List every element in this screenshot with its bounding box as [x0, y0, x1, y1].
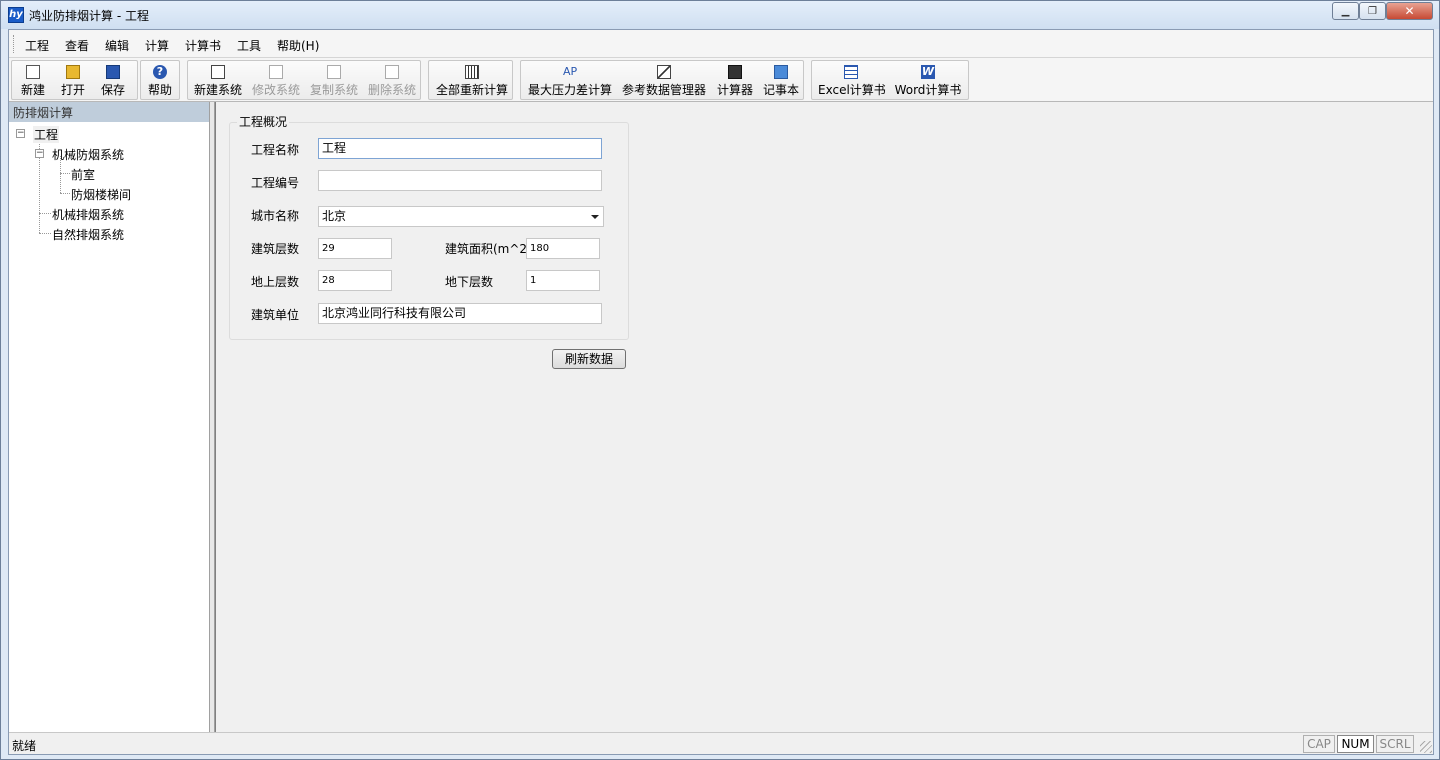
below-ground-floors-input[interactable]: 1: [526, 270, 600, 291]
refresh-data-button[interactable]: 刷新数据: [552, 349, 626, 369]
title-bar[interactable]: hy 鸿业防排烟计算 - 工程 ▁ ❐ ✕: [1, 1, 1439, 29]
city-name-label: 城市名称: [251, 209, 300, 223]
city-selected-value: 北京: [322, 209, 347, 223]
excel-calc-book-button[interactable]: Excel计算书: [818, 63, 886, 99]
ref-data-manager-button[interactable]: 参考数据管理器: [621, 63, 707, 99]
excel-icon: [844, 65, 858, 79]
window-controls: ▁ ❐ ✕: [1332, 2, 1433, 20]
num-lock-indicator: NUM: [1337, 735, 1374, 753]
chevron-down-icon: [591, 215, 599, 219]
max-pressure-button[interactable]: AP 最大压力差计算: [527, 63, 613, 99]
city-select[interactable]: 北京: [318, 206, 604, 227]
menu-help[interactable]: 帮助(H): [277, 37, 319, 54]
tree-line: [39, 233, 51, 234]
folder-open-icon: [66, 65, 80, 79]
menu-tools[interactable]: 工具: [237, 37, 261, 54]
building-area-label: 建筑面积(m^2): [445, 242, 532, 256]
tree-node-anteroom[interactable]: 前室: [71, 166, 95, 183]
new-file-icon: [26, 65, 40, 79]
maximize-button[interactable]: ❐: [1359, 2, 1386, 20]
project-number-input[interactable]: [318, 170, 602, 191]
toolbar-group-export: Excel计算书 W Word计算书: [811, 60, 969, 100]
toolbar-group-recalc: 全部重新计算: [428, 60, 513, 100]
menu-edit[interactable]: 编辑: [105, 37, 129, 54]
menu-calc-book[interactable]: 计算书: [185, 37, 221, 54]
menu-bar: 工程 查看 编辑 计算 计算书 工具 帮助(H): [9, 30, 1433, 58]
menu-grip[interactable]: [13, 35, 16, 53]
scroll-lock-indicator: SCRL: [1376, 735, 1414, 753]
tree-node-mech-exhaust[interactable]: 机械排烟系统: [52, 206, 124, 223]
tree-node-stairwell[interactable]: 防烟楼梯间: [71, 186, 131, 203]
modify-system-icon: [269, 65, 283, 79]
calculator-icon: [728, 65, 742, 79]
status-bar: 就绪 CAP NUM SCRL: [9, 732, 1433, 754]
tree-collapse-toggle[interactable]: −: [16, 129, 25, 138]
pressure-diff-icon: AP: [563, 65, 578, 78]
below-ground-floors-label: 地下层数: [445, 275, 494, 289]
copy-system-icon: [327, 65, 341, 79]
project-tree-pane: 防排烟计算 − 工程 − 机械防烟系统 前室 防烟楼梯间 机械排烟系统 自然排烟…: [9, 102, 210, 732]
above-ground-floors-input[interactable]: 28: [318, 270, 392, 291]
new-button[interactable]: 新建: [16, 63, 50, 99]
new-system-button[interactable]: 新建系统: [192, 63, 244, 99]
new-system-icon: [211, 65, 225, 79]
notepad-icon: [774, 65, 788, 79]
calculator-button[interactable]: 计算器: [715, 63, 755, 99]
copy-system-button[interactable]: 复制系统: [308, 63, 360, 99]
toolbar: 新建 打开 保存 ? 帮助 新建系统 修改系统 复制系统 删除系统 全部重新计算 …: [9, 58, 1433, 102]
save-button[interactable]: 保存: [96, 63, 130, 99]
building-floors-label: 建筑层数: [251, 242, 300, 256]
resize-grip-icon[interactable]: [1420, 741, 1432, 753]
menu-view[interactable]: 查看: [65, 37, 89, 54]
word-calc-book-button[interactable]: W Word计算书: [892, 63, 964, 99]
app-logo-icon[interactable]: hy: [8, 7, 24, 23]
tree-node-project[interactable]: 工程: [33, 126, 60, 143]
tree-node-mech-pressurize[interactable]: 机械防烟系统: [52, 146, 124, 163]
group-title: 工程概况: [237, 113, 290, 130]
notepad-button[interactable]: 记事本: [761, 63, 801, 99]
construction-unit-label: 建筑单位: [251, 308, 300, 322]
project-overview-pane: 工程概况 工程名称 工程 工程编号 城市名称 北京 建筑层数 29 建筑面积(m…: [215, 102, 1433, 732]
open-button[interactable]: 打开: [56, 63, 90, 99]
project-name-label: 工程名称: [251, 143, 300, 157]
project-number-label: 工程编号: [251, 176, 300, 190]
menu-project[interactable]: 工程: [25, 37, 49, 54]
tree-pane-header: 防排烟计算: [9, 102, 209, 122]
project-name-input[interactable]: 工程: [318, 138, 602, 159]
toolbar-group-file: 新建 打开 保存: [11, 60, 138, 100]
caps-lock-indicator: CAP: [1303, 735, 1335, 753]
word-icon: W: [921, 65, 935, 79]
restore-icon: ❐: [1368, 5, 1377, 17]
minimize-icon: ▁: [1341, 5, 1350, 17]
app-window: hy 鸿业防排烟计算 - 工程 ▁ ❐ ✕ 工程 查看 编辑 计算 计算书 工具…: [0, 0, 1440, 760]
tree-line: [60, 193, 70, 194]
close-icon: ✕: [1404, 4, 1415, 18]
menu-calculate[interactable]: 计算: [145, 37, 169, 54]
recalculate-icon: [465, 65, 479, 79]
building-floors-input[interactable]: 29: [318, 238, 392, 259]
delete-system-icon: [385, 65, 399, 79]
modify-system-button[interactable]: 修改系统: [250, 63, 302, 99]
floppy-save-icon: [106, 65, 120, 79]
building-area-input[interactable]: 180: [526, 238, 600, 259]
tree-line: [60, 173, 70, 174]
help-button[interactable]: ? 帮助: [143, 63, 177, 99]
tree-line: [39, 213, 51, 214]
delete-system-button[interactable]: 删除系统: [366, 63, 418, 99]
tree-collapse-toggle[interactable]: −: [35, 149, 44, 158]
status-text: 就绪: [12, 739, 37, 753]
toolbar-group-tools: AP 最大压力差计算 参考数据管理器 计算器 记事本: [520, 60, 804, 100]
recalc-all-button[interactable]: 全部重新计算: [435, 63, 509, 99]
toolbar-group-system: 新建系统 修改系统 复制系统 删除系统: [187, 60, 421, 100]
construction-unit-input[interactable]: 北京鸿业同行科技有限公司: [318, 303, 602, 324]
above-ground-floors-label: 地上层数: [251, 275, 300, 289]
help-icon: ?: [153, 65, 167, 79]
tree-node-natural-exhaust[interactable]: 自然排烟系统: [52, 226, 124, 243]
toolbar-group-help: ? 帮助: [140, 60, 180, 100]
close-button[interactable]: ✕: [1386, 2, 1433, 20]
client-area: 工程 查看 编辑 计算 计算书 工具 帮助(H) 新建 打开 保存 ? 帮助 新建…: [8, 29, 1434, 755]
minimize-button[interactable]: ▁: [1332, 2, 1359, 20]
reference-data-icon: [657, 65, 671, 79]
window-title: 鸿业防排烟计算 - 工程: [29, 9, 149, 23]
